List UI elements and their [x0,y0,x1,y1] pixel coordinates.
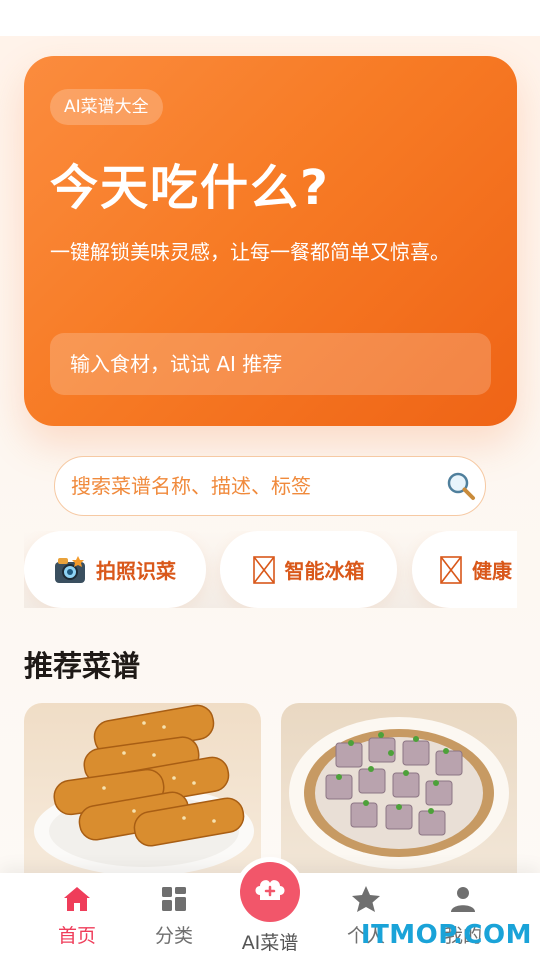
nav-ai-label: AI菜谱 [241,932,299,954]
search-bar[interactable]: 搜索菜谱名称、描述、标签 [54,456,486,516]
recipe-image-taro [289,717,509,869]
chip-smart-fridge[interactable]: 智能冰箱 [220,531,397,608]
chip-label: 智能冰箱 [284,559,365,583]
nav-category[interactable]: 分类 [134,885,214,948]
recipe-card[interactable] [24,703,261,873]
search-icon[interactable] [445,470,477,502]
chip-photo-recognize[interactable]: 拍照识菜 [24,531,206,608]
home-icon [64,887,90,911]
recipe-card[interactable] [281,703,517,873]
broken-image-icon [440,555,462,584]
chip-label: 拍照识菜 [96,559,176,583]
nav-home-label: 首页 [57,925,96,947]
status-bar [0,0,540,36]
nav-home[interactable]: 首页 [37,885,117,948]
nav-category-label: 分类 [154,925,193,947]
star-icon [352,886,380,912]
hero-badge: AI菜谱大全 [50,89,163,125]
ai-recipe-button[interactable] [240,862,300,922]
camera-icon [55,555,85,583]
watermark: ITMOP.COM [360,920,532,950]
user-icon [451,887,475,912]
chef-hat-icon [255,880,285,900]
hero-description: 一键解锁美味灵感，让每一餐都简单又惊喜。 [50,240,450,264]
search-input[interactable]: 搜索菜谱名称、描述、标签 [71,457,311,515]
ingredient-input[interactable]: 输入食材，试试 AI 推荐 [50,333,491,395]
hero-title: 今天吃什么? [50,160,330,216]
recipe-image-pastry [34,704,254,873]
chip-healthy[interactable]: 健康 [412,531,517,608]
hero-card: AI菜谱大全 今天吃什么? 一键解锁美味灵感，让每一餐都简单又惊喜。 输入食材，… [24,56,517,426]
nav-ai[interactable] [235,857,305,927]
grid-icon [162,887,186,911]
chip-label: 健康 [472,559,512,583]
feature-chips: 拍照识菜 智能冰箱 健康 [24,531,517,608]
section-title-recommended: 推荐菜谱 [24,649,141,683]
broken-image-icon [252,555,275,584]
